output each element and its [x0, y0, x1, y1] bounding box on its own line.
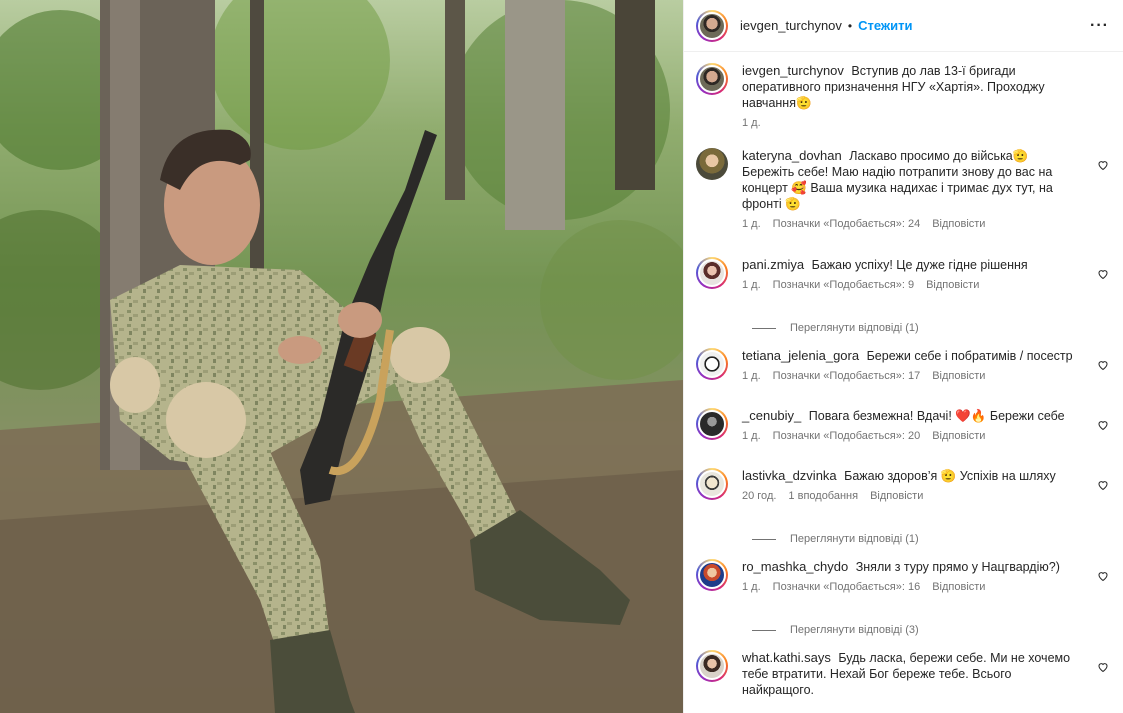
author-avatar[interactable] [696, 9, 728, 42]
view-replies-button[interactable]: Переглянути відповіді (3) [752, 610, 1111, 650]
header-separator: • [847, 18, 853, 33]
reply-button[interactable]: Відповісти [932, 430, 985, 442]
view-replies-button[interactable]: Переглянути відповіді (1) [752, 308, 1111, 348]
post-side-panel: ievgen_turchynov • Стежити ··· ievgen_tu… [683, 0, 1123, 713]
author-username[interactable]: ievgen_turchynov [740, 18, 842, 33]
comment-text: Бажаю здоров’я 🫡 Успіхів на шляху [844, 469, 1056, 483]
replies-divider [752, 538, 776, 540]
soldier-in-forest-photo [0, 0, 683, 713]
comment-username[interactable]: kateryna_dovhan [742, 148, 842, 163]
reply-button[interactable]: Відповісти [932, 370, 985, 382]
commenter-avatar[interactable] [696, 257, 728, 289]
comment-item: lastivka_dzvinka Бажаю здоров’я 🫡 Успіхі… [696, 468, 1111, 519]
commenter-avatar[interactable] [696, 148, 728, 180]
comment-item: pani.zmiya Бажаю успіху! Це дуже гідне р… [696, 257, 1111, 308]
post-header: ievgen_turchynov • Стежити ··· [684, 0, 1123, 52]
comment-time[interactable]: 1 д. [742, 430, 761, 442]
comment-likes[interactable]: Позначки «Подобається»: 20 [773, 430, 921, 442]
heart-icon[interactable] [1097, 268, 1109, 280]
comment-text: Бажаю успіху! Це дуже гідне рішення [811, 258, 1028, 272]
caption: ievgen_turchynov Вступив до лав 13-ї бри… [696, 63, 1111, 148]
commenter-avatar[interactable] [696, 468, 728, 500]
replies-divider [752, 629, 776, 631]
comment-username[interactable]: _cenubiy_ [742, 408, 801, 423]
comment-time[interactable]: 1 д. [742, 370, 761, 382]
post-photo[interactable] [0, 0, 683, 713]
comments-list: ievgen_turchynov Вступив до лав 13-ї бри… [684, 53, 1123, 710]
commenter-avatar[interactable] [696, 650, 728, 682]
reply-button[interactable]: Відповісти [932, 218, 985, 230]
replies-divider [752, 327, 776, 329]
reply-button[interactable]: Відповісти [870, 490, 923, 502]
comment-username[interactable]: what.kathi.says [742, 650, 831, 665]
view-replies-button[interactable]: Переглянути відповіді (1) [752, 519, 1111, 559]
comment-item: kateryna_dovhan Ласкаво просимо до війсь… [696, 148, 1111, 257]
heart-icon[interactable] [1097, 419, 1109, 431]
comment-likes[interactable]: 1 вподобання [788, 490, 858, 502]
comment-username[interactable]: tetiana_jelenia_gora [742, 348, 859, 363]
comment-text: Повага безмежна! Вдачі! ❤️🔥 Бережи себе [808, 409, 1065, 423]
comment-item: ro_mashka_chydo Зняли з туру прямо у Нац… [696, 559, 1111, 610]
comment-likes[interactable]: Позначки «Подобається»: 17 [773, 370, 921, 382]
comment-time[interactable]: 20 год. [742, 490, 776, 502]
comment-username[interactable]: pani.zmiya [742, 257, 804, 272]
post-container: ievgen_turchynov • Стежити ··· ievgen_tu… [0, 0, 1123, 713]
view-replies-label: Переглянути відповіді (3) [790, 624, 919, 636]
commenter-avatar[interactable] [696, 559, 728, 591]
reply-button[interactable]: Відповісти [932, 581, 985, 593]
more-options-icon[interactable]: ··· [1090, 17, 1109, 35]
comment-text: Зняли з туру прямо у Нацгвардію?) [855, 560, 1060, 574]
reply-button[interactable]: Відповісти [926, 279, 979, 291]
comment-likes[interactable]: Позначки «Подобається»: 16 [773, 581, 921, 593]
comment-item: tetiana_jelenia_gora Бережи себе і побра… [696, 348, 1111, 408]
commenter-avatar[interactable] [696, 408, 728, 440]
comment-likes[interactable]: Позначки «Подобається»: 24 [773, 218, 921, 230]
heart-icon[interactable] [1097, 661, 1109, 673]
view-replies-label: Переглянути відповіді (1) [790, 533, 919, 545]
commenter-avatar[interactable] [696, 348, 728, 380]
caption-time[interactable]: 1 д. [742, 117, 761, 129]
heart-icon[interactable] [1097, 479, 1109, 491]
view-replies-label: Переглянути відповіді (1) [790, 322, 919, 334]
caption-username[interactable]: ievgen_turchynov [742, 63, 844, 78]
comment-item: what.kathi.says Будь ласка, бережи себе.… [696, 650, 1111, 710]
comment-time[interactable]: 1 д. [742, 581, 761, 593]
author-avatar[interactable] [696, 63, 728, 95]
comment-username[interactable]: ro_mashka_chydo [742, 559, 848, 574]
comment-time[interactable]: 1 д. [742, 218, 761, 230]
comment-time[interactable]: 1 д. [742, 279, 761, 291]
comment-item: _cenubiy_ Повага безмежна! Вдачі! ❤️🔥 Бе… [696, 408, 1111, 468]
comment-likes[interactable]: Позначки «Подобається»: 9 [773, 279, 914, 291]
comment-username[interactable]: lastivka_dzvinka [742, 468, 837, 483]
follow-button[interactable]: Стежити [858, 18, 912, 33]
heart-icon[interactable] [1097, 159, 1109, 171]
heart-icon[interactable] [1097, 570, 1109, 582]
heart-icon[interactable] [1097, 359, 1109, 371]
comment-text: Бережи себе і побратимів / посестр [866, 349, 1073, 363]
